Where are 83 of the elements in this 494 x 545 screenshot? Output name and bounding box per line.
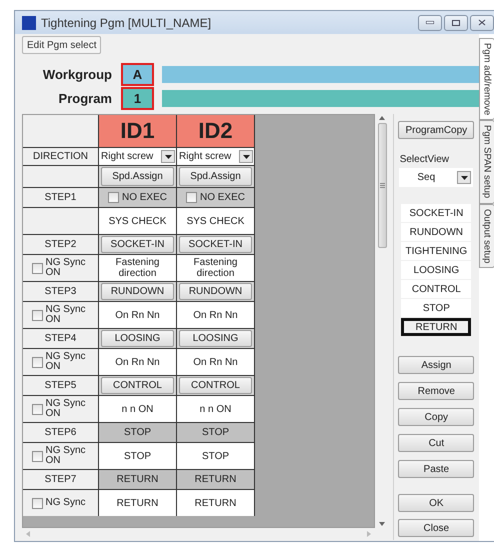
side-tab[interactable]: Output setup [479,204,494,268]
step-type-item[interactable]: CONTROL [401,280,472,298]
dialog-button[interactable]: OK [398,494,474,512]
step-value: Fastening direction [177,255,254,281]
step-cell: STOP [177,423,254,442]
dropdown-button[interactable] [161,150,175,163]
step-value: On Rn Nn [177,349,254,375]
step-value: On Rn Nn [99,349,176,375]
app-icon [22,16,36,30]
step-type-item[interactable]: RUNDOWN [401,223,472,241]
speed-assign-button[interactable]: Spd.Assign [101,167,174,186]
step-type-item[interactable]: STOP [401,299,472,317]
workgroup-value: A [121,62,154,86]
maximize-button[interactable] [444,14,468,30]
dropdown-arrow-icon [460,176,468,180]
step-type-item[interactable]: RETURN [401,318,472,336]
step-button[interactable]: LOOSING [179,330,252,347]
step-label: STEP4 [23,329,98,348]
scroll-up-icon[interactable] [379,116,386,120]
step-button[interactable]: CONTROL [101,377,174,394]
step-label: STEP5 [23,376,98,395]
step-type-item[interactable]: LOOSING [401,261,472,279]
step-value: RETURN [177,490,254,516]
edit-pgm-select-button[interactable]: Edit Pgm select [22,36,102,54]
workgroup-label: Workgroup [42,66,113,82]
step-value: SYS CHECK [177,208,254,234]
side-tab[interactable]: Pgm SPAN setup [479,120,494,204]
id-header: ID2 [177,115,254,147]
step-button[interactable]: LOOSING [101,330,174,347]
step-value: On Rn Nn [177,302,254,328]
step-type-item[interactable]: TIGHTENING [401,242,472,260]
step-button[interactable]: SOCKET-IN [101,236,174,253]
step-value: n n ON [99,396,176,422]
step-label: STEP2 [23,235,98,254]
dialog-button[interactable]: Close [398,519,474,537]
program-copy-button[interactable]: ProgramCopy [398,121,474,139]
step-value: RETURN [99,490,176,516]
step-type-item[interactable]: SOCKET-IN [401,204,472,222]
step-button[interactable]: RUNDOWN [179,283,252,300]
dropdown-button[interactable] [457,171,472,184]
step-value: SYS CHECK [99,208,176,234]
step-cell: STOP [99,423,176,442]
step-label: STEP7 [23,470,98,489]
step-value: On Rn Nn [99,302,176,328]
step-label: STEP1 [23,188,98,207]
step-button[interactable]: RUNDOWN [101,283,174,300]
dropdown-button[interactable] [239,150,253,163]
action-button[interactable]: Copy [398,408,474,426]
dropdown-arrow-icon [164,154,172,158]
direction-select[interactable]: Right screw [99,148,176,165]
window-title: Tightening Pgm [MULTI_NAME] [41,16,212,30]
minimize-button[interactable] [418,14,442,30]
minimize-icon [426,21,434,24]
grip-icon [380,183,385,188]
step-button[interactable]: CONTROL [179,377,252,394]
program-value: 1 [121,86,154,110]
dropdown-arrow-icon [242,154,250,158]
action-button[interactable]: Assign [398,356,474,374]
action-button[interactable]: Cut [398,434,474,452]
step-value: n n ON [177,396,254,422]
step-label: STEP3 [23,282,98,301]
id-header: ID1 [99,115,176,147]
direction-label: DIRECTION [23,148,98,165]
select-view-label: SelectView [400,154,449,165]
action-button[interactable]: Paste [398,460,474,478]
step-button[interactable]: SOCKET-IN [179,236,252,253]
select-view-dropdown[interactable]: Seq [399,168,474,187]
step-cell: RETURN [177,470,254,489]
action-button[interactable]: Remove [398,382,474,400]
side-tab[interactable]: Pgm add/remove [479,38,494,120]
close-button[interactable] [470,14,494,30]
direction-select[interactable]: Right screw [177,148,254,165]
step-value: STOP [177,443,254,469]
step-label: STEP6 [23,423,98,442]
step-value: Fastening direction [99,255,176,281]
scroll-down-icon[interactable] [379,522,386,526]
maximize-icon [452,20,460,26]
close-icon [478,19,486,26]
scroll-thumb[interactable] [378,123,387,248]
step-value: STOP [99,443,176,469]
program-label: Program [58,90,113,106]
step-cell: RETURN [99,470,176,489]
speed-assign-button[interactable]: Spd.Assign [179,167,252,186]
